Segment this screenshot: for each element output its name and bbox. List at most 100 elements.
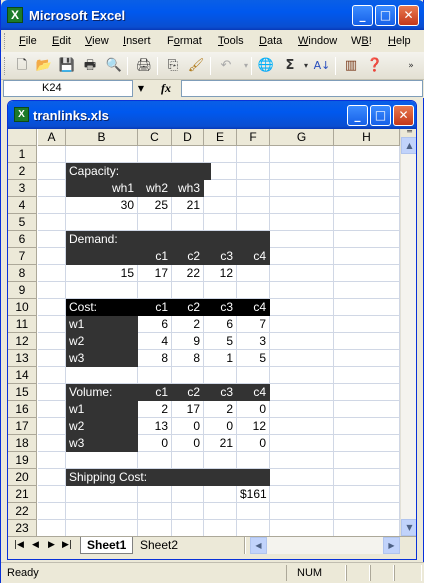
cell-g9[interactable] — [270, 282, 334, 299]
save-icon[interactable]: 💾 — [58, 57, 76, 75]
cell-a2[interactable] — [38, 163, 66, 180]
workbook-minimize-button[interactable]: _ — [347, 105, 368, 126]
cost-header[interactable]: c1 — [138, 299, 172, 316]
cell-g13[interactable] — [270, 350, 334, 367]
cell-a12[interactable] — [38, 333, 66, 350]
workbook-title-bar[interactable]: X tranlinks.xls _ □ ✕ — [8, 101, 416, 129]
prev-sheet-icon[interactable]: ◀ — [32, 540, 39, 550]
cost-value[interactable]: 4 — [138, 333, 172, 350]
row-header-19[interactable]: 19 — [8, 452, 37, 469]
cell-a10[interactable] — [38, 299, 66, 316]
undo-icon[interactable]: ↶ — [217, 57, 235, 75]
cell-d19[interactable] — [172, 452, 204, 469]
row-header-11[interactable]: 11 — [8, 316, 37, 333]
scroll-up-icon[interactable]: ▲ — [401, 137, 416, 154]
cell-h19[interactable] — [334, 452, 400, 469]
cell-f4[interactable] — [237, 197, 270, 214]
new-icon[interactable]: 🗋 — [13, 57, 31, 75]
cell-f1[interactable] — [237, 146, 270, 163]
select-all-corner[interactable] — [8, 129, 37, 146]
help-icon[interactable]: ❓ — [366, 57, 384, 75]
first-sheet-icon[interactable]: |◀ — [14, 540, 24, 550]
cell-c9[interactable] — [138, 282, 172, 299]
cell-f23[interactable] — [237, 520, 270, 536]
cell-a18[interactable] — [38, 435, 66, 452]
capacity-label[interactable]: Capacity: — [66, 163, 204, 180]
menu-format[interactable]: Format — [167, 35, 202, 47]
volume-row-label[interactable]: w2 — [66, 418, 138, 435]
cell-g20[interactable] — [270, 469, 334, 486]
close-button[interactable]: ✕ — [398, 5, 419, 26]
cell-e3[interactable] — [204, 180, 237, 197]
cost-value[interactable]: 7 — [237, 316, 270, 333]
row-header-8[interactable]: 8 — [8, 265, 37, 282]
cell-h21[interactable] — [334, 486, 400, 503]
cell-e21[interactable] — [204, 486, 237, 503]
cell-b9[interactable] — [66, 282, 138, 299]
row-header-3[interactable]: 3 — [8, 180, 37, 197]
cell-a4[interactable] — [38, 197, 66, 214]
volume-row-label[interactable]: w3 — [66, 435, 138, 452]
cell-e9[interactable] — [204, 282, 237, 299]
cell-a23[interactable] — [38, 520, 66, 536]
cell-h20[interactable] — [334, 469, 400, 486]
cell-g16[interactable] — [270, 401, 334, 418]
scroll-down-icon[interactable]: ▼ — [401, 519, 416, 536]
capacity-value[interactable]: 30 — [66, 197, 138, 214]
cell-g8[interactable] — [270, 265, 334, 282]
cell-e2[interactable] — [204, 163, 211, 180]
cost-header[interactable]: c4 — [237, 299, 270, 316]
menu-file[interactable]: File — [19, 35, 37, 47]
volume-value[interactable]: 0 — [237, 401, 270, 418]
menu-wb[interactable]: WB! — [351, 35, 372, 47]
capacity-header[interactable]: wh3 — [172, 180, 204, 197]
column-header-e[interactable]: E — [204, 129, 237, 146]
cell-e5[interactable] — [204, 214, 237, 231]
demand-value[interactable]: 22 — [172, 265, 204, 282]
volume-value[interactable]: 0 — [172, 418, 204, 435]
cell-g12[interactable] — [270, 333, 334, 350]
cost-value[interactable]: 6 — [204, 316, 237, 333]
cell-a21[interactable] — [38, 486, 66, 503]
print-preview-icon[interactable]: 🔍 — [105, 57, 123, 75]
row-header-2[interactable]: 2 — [8, 163, 37, 180]
demand-value[interactable]: 15 — [66, 265, 138, 282]
toolbar-options-icon[interactable]: » — [405, 57, 417, 75]
row-header-21[interactable]: 21 — [8, 486, 37, 503]
cell-g2[interactable] — [270, 163, 334, 180]
cost-row-label[interactable]: w1 — [66, 316, 138, 333]
cell-g3[interactable] — [270, 180, 334, 197]
cell-a3[interactable] — [38, 180, 66, 197]
cell-a14[interactable] — [38, 367, 66, 384]
cell-h3[interactable] — [334, 180, 400, 197]
cell-g18[interactable] — [270, 435, 334, 452]
cell-f9[interactable] — [237, 282, 270, 299]
cell-h15[interactable] — [334, 384, 400, 401]
cell-b23[interactable] — [66, 520, 138, 536]
menu-insert[interactable]: Insert — [123, 35, 151, 47]
cell-a11[interactable] — [38, 316, 66, 333]
column-header-c[interactable]: C — [138, 129, 172, 146]
vertical-scrollbar[interactable]: ═ ▲ ▼ — [400, 128, 416, 536]
row-header-4[interactable]: 4 — [8, 197, 37, 214]
format-painter-icon[interactable]: 🖌 — [187, 57, 205, 75]
cost-label[interactable]: Cost: — [66, 299, 138, 316]
cell-d21[interactable] — [172, 486, 204, 503]
demand-header[interactable]: c3 — [204, 248, 237, 265]
cell-g17[interactable] — [270, 418, 334, 435]
cell-e4[interactable] — [204, 197, 237, 214]
cell-a22[interactable] — [38, 503, 66, 520]
demand-header[interactable]: c2 — [172, 248, 204, 265]
cost-value[interactable]: 2 — [172, 316, 204, 333]
cell-d5[interactable] — [172, 214, 204, 231]
row-header-18[interactable]: 18 — [8, 435, 37, 452]
volume-header[interactable]: c3 — [204, 384, 237, 401]
cell-g11[interactable] — [270, 316, 334, 333]
demand-value[interactable]: 12 — [204, 265, 237, 282]
cell-h7[interactable] — [334, 248, 400, 265]
cell-d14[interactable] — [172, 367, 204, 384]
demand-value[interactable]: 17 — [138, 265, 172, 282]
volume-value[interactable]: 12 — [237, 418, 270, 435]
cell-b14[interactable] — [66, 367, 138, 384]
tab-split-bar[interactable] — [244, 537, 246, 554]
